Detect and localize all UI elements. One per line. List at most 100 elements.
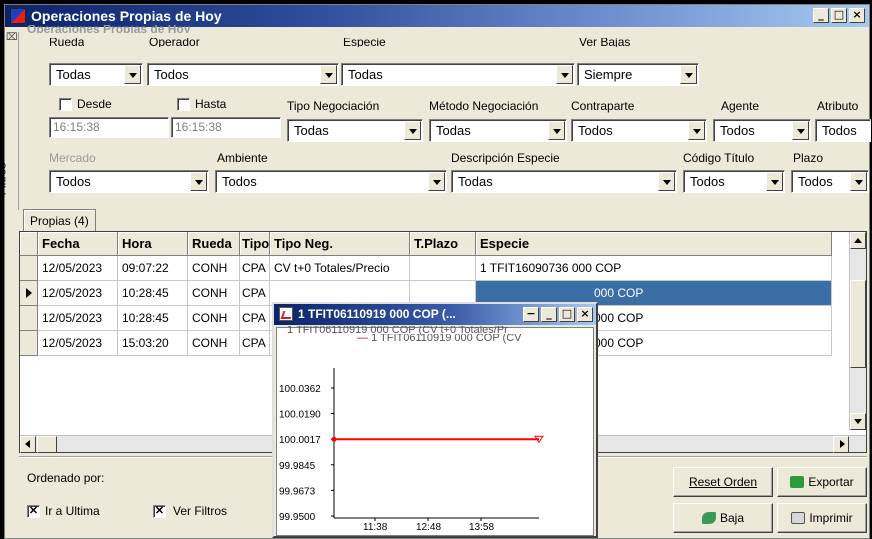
grid-header: Fecha Hora Rueda Tipo Tipo Neg. T.Plazo … — [20, 232, 832, 256]
line-chart: 100.0362 100.0190 100.0017 99.9845 99.9673 99… — [279, 368, 544, 533]
cell-tipo: CPA — [240, 256, 270, 281]
imprimir-button[interactable]: Imprimir — [777, 503, 867, 533]
chevron-down-icon[interactable] — [124, 65, 141, 84]
chevron-down-icon[interactable] — [680, 65, 697, 84]
chevron-down-icon[interactable] — [688, 121, 705, 140]
window-title: Operaciones Propias de Hoy — [31, 8, 222, 24]
agente-select[interactable]: Todos — [713, 119, 811, 142]
mercado-label: Mercado — [49, 151, 96, 165]
cell-tipo-neg: CV t+0 Totales/Precio — [270, 256, 410, 281]
scroll-right-icon[interactable] — [833, 436, 849, 453]
baja-icon — [701, 512, 716, 524]
y-tick-label: 99.9845 — [279, 461, 316, 472]
cell-fecha: 12/05/2023 — [38, 281, 118, 306]
ordenado-por-label: Ordenado por: — [27, 471, 105, 485]
hscroll-thumb[interactable] — [37, 436, 57, 453]
chevron-down-icon[interactable] — [850, 172, 867, 191]
plazo-label: Plazo — [793, 151, 824, 165]
ambiente-value: Todos — [222, 174, 257, 189]
chevron-down-icon[interactable] — [556, 65, 573, 84]
tipo-negociacion-select[interactable]: Todas — [287, 119, 423, 142]
current-row-arrow-icon — [20, 281, 38, 306]
ver-bajas-select[interactable]: Siempre — [577, 63, 699, 86]
hasta-checkbox[interactable] — [177, 98, 190, 111]
atributo-value: Todos — [822, 123, 857, 138]
y-tick-label: 100.0017 — [279, 435, 321, 446]
header-tipo[interactable]: Tipo — [240, 232, 270, 256]
exportar-button[interactable]: Exportar — [777, 467, 867, 497]
cell-rueda: CONH — [188, 256, 240, 281]
chevron-down-icon[interactable] — [548, 121, 565, 140]
chevron-down-icon[interactable] — [404, 121, 421, 140]
especie-select[interactable]: Todas — [341, 63, 575, 86]
tab-propias[interactable]: Propias (4) — [23, 209, 96, 232]
cell-hora: 10:28:45 — [118, 306, 188, 331]
ir-a-ultima-label: Ir a Ultima — [45, 504, 100, 518]
table-row[interactable]: 12/05/2023 09:07:22 CONH CPA CV t+0 Tota… — [20, 256, 832, 281]
cell-fecha: 12/05/2023 — [38, 256, 118, 281]
scroll-down-icon[interactable] — [850, 413, 866, 430]
codigo-titulo-label: Código Título — [683, 151, 755, 165]
title-bar[interactable]: Operaciones Propias de Hoy _ □ × — [5, 5, 869, 27]
export-icon — [790, 476, 805, 488]
rueda-select[interactable]: Todas — [49, 63, 143, 86]
popup-minimize-button[interactable]: _ — [541, 307, 557, 322]
mercado-select[interactable]: Todos — [49, 170, 209, 193]
plazo-select[interactable]: Todos — [791, 170, 869, 193]
vertical-scrollbar[interactable] — [849, 232, 866, 430]
contraparte-label: Contraparte — [571, 99, 635, 113]
descripcion-especie-select[interactable]: Todas — [451, 170, 677, 193]
scroll-up-icon[interactable] — [850, 232, 866, 249]
chevron-down-icon[interactable] — [428, 172, 445, 191]
baja-label: Baja — [719, 511, 745, 525]
cell-hora: 15:03:20 — [118, 331, 188, 356]
app-icon — [10, 8, 26, 24]
tipo-negociacion-value: Todas — [294, 123, 329, 138]
chart-popup-title-bar[interactable]: 1 TFIT06110919 000 COP (... − _ □ × — [274, 304, 596, 325]
header-hora[interactable]: Hora — [118, 232, 188, 256]
printer-icon — [791, 512, 806, 524]
contraparte-select[interactable]: Todos — [571, 119, 707, 142]
especie-select-value: Todas — [348, 67, 383, 82]
descripcion-especie-value: Todas — [458, 174, 493, 189]
atributo-select[interactable]: Todos — [815, 119, 871, 142]
chart-popup-window[interactable]: 1 TFIT06110919 000 COP (... − _ □ × 1 TF… — [272, 302, 598, 538]
codigo-titulo-value: Todos — [690, 174, 725, 189]
codigo-titulo-select[interactable]: Todos — [683, 170, 785, 193]
chevron-down-icon[interactable] — [766, 172, 783, 191]
header-rueda[interactable]: Rueda — [188, 232, 240, 256]
baja-button[interactable]: Baja — [673, 503, 773, 533]
maximize-button[interactable]: □ — [831, 8, 847, 23]
popup-restore-button[interactable]: − — [523, 307, 539, 322]
metodo-negociacion-select[interactable]: Todas — [429, 119, 567, 142]
filters-side-tab[interactable]: ⌧ Filtros — [0, 32, 19, 210]
header-tipo-neg[interactable]: Tipo Neg. — [270, 232, 410, 256]
close-button[interactable]: × — [849, 8, 865, 23]
chevron-down-icon[interactable] — [320, 65, 337, 84]
ver-filtros-checkbox[interactable]: ✕ — [153, 505, 166, 518]
operador-select[interactable]: Todos — [147, 63, 339, 86]
filters-collapse-icon[interactable]: ⌧ — [6, 32, 18, 43]
chevron-down-icon[interactable] — [190, 172, 207, 191]
header-especie[interactable]: Especie — [476, 232, 832, 256]
desde-label: Desde — [77, 97, 112, 111]
ir-a-ultima-checkbox[interactable]: ✕ — [27, 505, 40, 518]
chevron-down-icon[interactable] — [792, 121, 809, 140]
desde-checkbox[interactable] — [59, 98, 72, 111]
popup-maximize-button[interactable]: □ — [559, 307, 575, 322]
header-fecha[interactable]: Fecha — [38, 232, 118, 256]
cell-t-plazo — [410, 256, 476, 281]
line-chart-icon — [279, 307, 293, 321]
row-indicator — [20, 331, 38, 356]
desde-time-field[interactable]: 16:15:38 — [49, 117, 169, 138]
hasta-time-field[interactable]: 16:15:38 — [171, 117, 281, 138]
ambiente-select[interactable]: Todos — [215, 170, 447, 193]
header-t-plazo[interactable]: T.Plazo — [410, 232, 476, 256]
imprimir-label: Imprimir — [809, 511, 853, 525]
scroll-left-icon[interactable] — [20, 436, 36, 453]
scroll-thumb[interactable] — [850, 280, 866, 368]
reset-orden-button[interactable]: Reset Orden — [673, 467, 773, 497]
popup-close-button[interactable]: × — [577, 307, 593, 322]
minimize-button[interactable]: _ — [813, 8, 829, 23]
chevron-down-icon[interactable] — [658, 172, 675, 191]
